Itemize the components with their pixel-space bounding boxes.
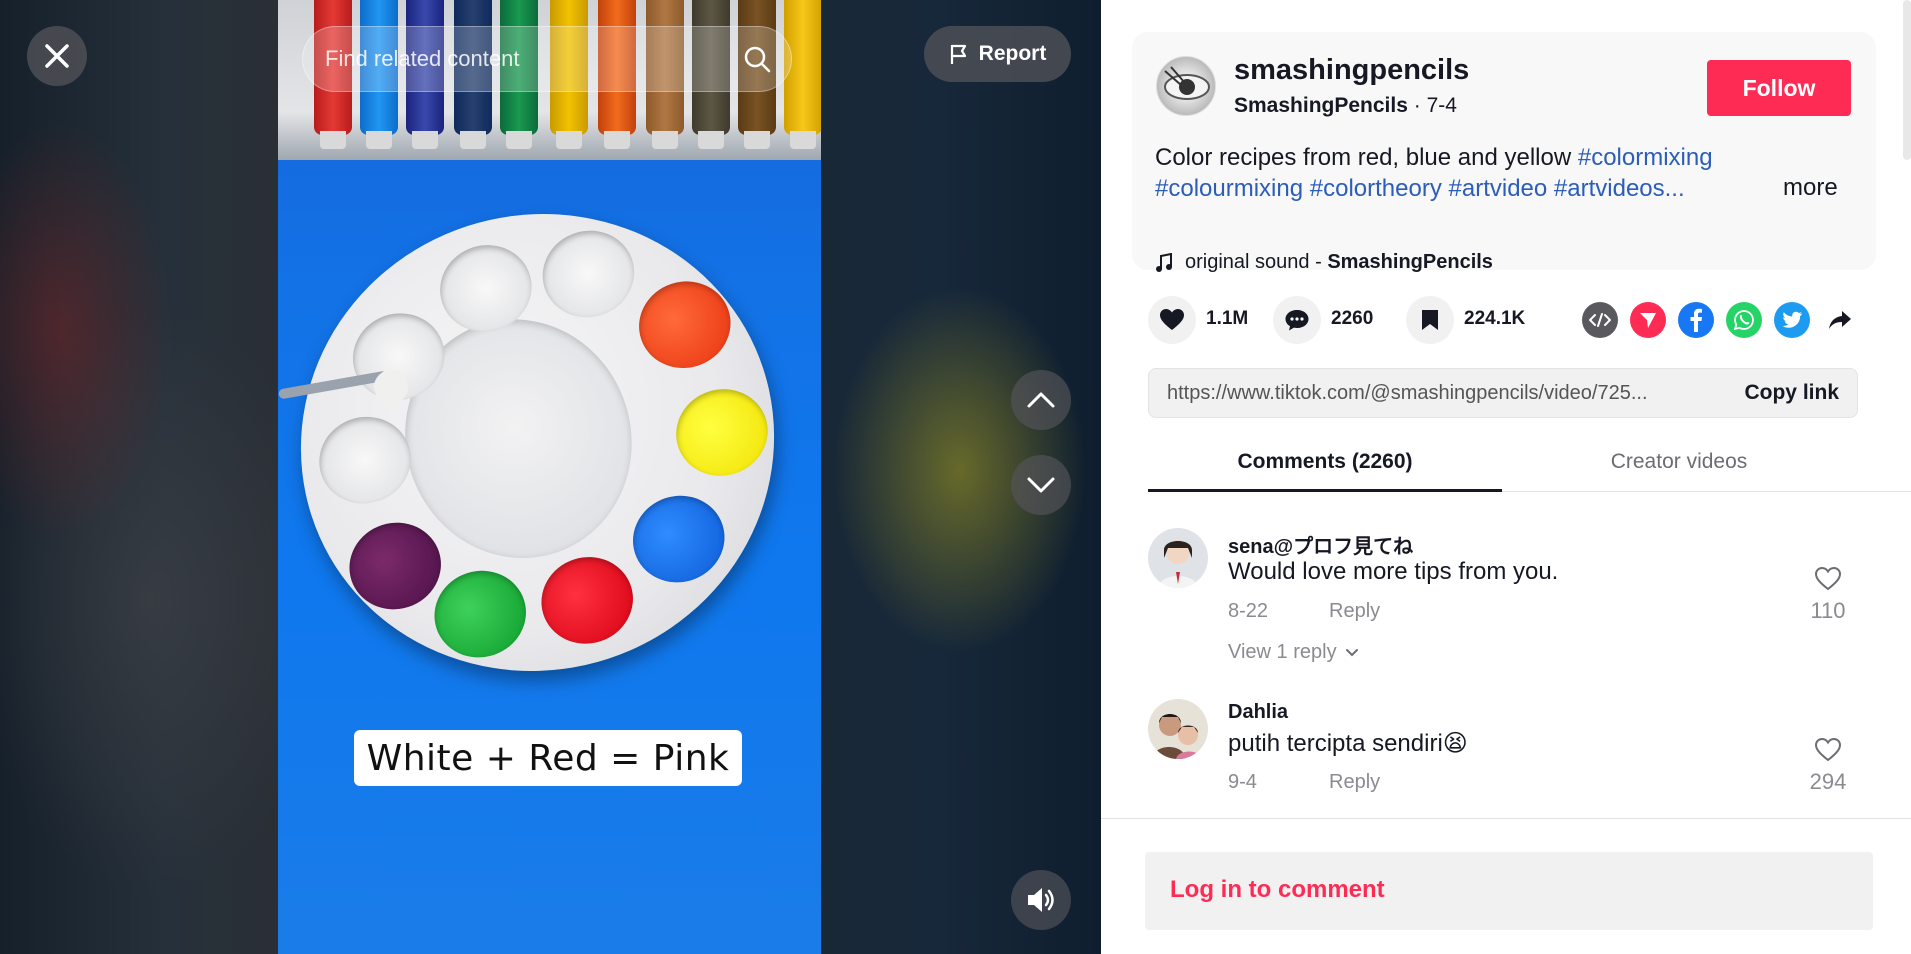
flag-icon: [950, 44, 966, 64]
comment-text: Would love more tips from you.: [1228, 558, 1559, 585]
hashtag-link[interactable]: #colormixing: [1578, 144, 1713, 171]
previous-video-button[interactable]: [1011, 370, 1071, 430]
video-player[interactable]: White + Red = Pink: [278, 0, 821, 954]
report-button[interactable]: Report: [924, 26, 1071, 82]
author-avatar[interactable]: [1156, 56, 1216, 116]
volume-button[interactable]: [1011, 870, 1071, 930]
hashtag-link[interactable]: #colourmixing: [1155, 175, 1303, 202]
save-count: 224.1K: [1464, 308, 1526, 329]
chevron-down-icon: [1345, 648, 1358, 656]
reply-button[interactable]: Reply: [1329, 771, 1380, 794]
login-to-comment-label: Log in to comment: [1170, 876, 1385, 903]
view-replies-button[interactable]: View 1 reply: [1228, 641, 1359, 664]
follow-button[interactable]: Follow: [1707, 60, 1851, 116]
comment-item: sena@プロフ見てね Would love more tips from yo…: [1148, 528, 1868, 678]
tab-comments[interactable]: Comments (2260): [1148, 450, 1502, 474]
share-whatsapp-button[interactable]: [1726, 302, 1762, 338]
commenter-avatar[interactable]: [1148, 528, 1208, 588]
send-to-friends-button[interactable]: [1630, 302, 1666, 338]
music-note-icon: [1156, 252, 1172, 272]
view-replies-label: View 1 reply: [1228, 641, 1337, 663]
description-text: Color recipes from red, blue and yellow: [1155, 144, 1578, 171]
like-count: 1.1M: [1206, 308, 1249, 329]
paint-palette: [278, 152, 821, 733]
comment-icon: [1285, 310, 1309, 331]
panel-tabs: Comments (2260) Creator videos: [1148, 436, 1911, 492]
hashtag-link[interactable]: #colortheory: [1310, 175, 1442, 202]
heart-outline-icon: [1814, 737, 1842, 762]
search-icon[interactable]: [743, 45, 771, 73]
save-button[interactable]: [1406, 296, 1454, 344]
details-panel: smashingpencils SmashingPencils · 7-4 Fo…: [1101, 0, 1911, 954]
comment-text: putih tercipta sendiri😫: [1228, 730, 1468, 757]
video-info-card: smashingpencils SmashingPencils · 7-4 Fo…: [1132, 32, 1876, 273]
share-facebook-button[interactable]: [1678, 302, 1714, 338]
facebook-icon: [1690, 308, 1702, 332]
heart-outline-icon: [1814, 566, 1842, 591]
comment-date: 8-22: [1228, 600, 1269, 622]
action-bar: 1.1M 2260 224.1K: [1148, 296, 1868, 346]
embed-button[interactable]: [1582, 302, 1618, 338]
comments-divider: [1101, 818, 1911, 819]
post-date: 7-4: [1426, 94, 1457, 117]
comment-item: Dahlia putih tercipta sendiri😫 9-4 Reply…: [1148, 699, 1868, 809]
commenter-name[interactable]: Dahlia: [1228, 701, 1288, 724]
report-label: Report: [978, 42, 1047, 65]
active-tab-indicator: [1148, 489, 1502, 492]
comment-count: 2260: [1331, 308, 1374, 329]
next-video-button[interactable]: [1011, 455, 1071, 515]
login-to-comment-button[interactable]: Log in to comment: [1145, 852, 1873, 930]
sound-prefix: original sound -: [1185, 251, 1328, 273]
twitter-icon: [1782, 311, 1802, 328]
video-url[interactable]: https://www.tiktok.com/@smashingpencils/…: [1167, 382, 1697, 405]
share-arrow-icon: [1829, 311, 1851, 329]
send-icon: [1640, 313, 1656, 328]
close-button[interactable]: [27, 26, 87, 86]
tab-creator-videos[interactable]: Creator videos: [1502, 450, 1856, 474]
author-subline: SmashingPencils · 7-4: [1234, 94, 1457, 117]
volume-icon: [1028, 888, 1054, 912]
panel-scrollbar[interactable]: [1903, 0, 1911, 160]
bookmark-icon: [1422, 310, 1438, 330]
share-twitter-button[interactable]: [1774, 302, 1810, 338]
heart-icon: [1160, 309, 1184, 330]
comment-button[interactable]: [1273, 296, 1321, 344]
like-button[interactable]: [1148, 296, 1196, 344]
comment-like-button[interactable]: [1812, 564, 1844, 594]
close-icon: [45, 44, 69, 68]
sound-link[interactable]: original sound - SmashingPencils: [1155, 251, 1493, 274]
more-button[interactable]: more: [1783, 174, 1838, 202]
author-display-name[interactable]: SmashingPencils: [1234, 94, 1408, 117]
hashtag-link[interactable]: #artvideos...: [1554, 175, 1685, 202]
chevron-down-icon: [1027, 477, 1055, 493]
video-description: Color recipes from red, blue and yellow …: [1155, 142, 1745, 204]
hashtag-link[interactable]: #artvideo: [1449, 175, 1548, 202]
comment-like-button[interactable]: [1812, 735, 1844, 765]
commenter-name[interactable]: sena@プロフ見てね: [1228, 530, 1413, 559]
reply-button[interactable]: Reply: [1329, 600, 1380, 623]
commenter-avatar[interactable]: [1148, 699, 1208, 759]
video-link-box: https://www.tiktok.com/@smashingpencils/…: [1148, 368, 1858, 418]
chevron-up-icon: [1027, 392, 1055, 408]
related-search-input[interactable]: [325, 46, 743, 72]
sound-artist: SmashingPencils: [1327, 251, 1493, 273]
comment-like-count: 294: [1809, 769, 1847, 794]
copy-link-button[interactable]: Copy link: [1744, 381, 1839, 405]
embed-icon: [1589, 313, 1611, 327]
author-avatar-image: [1164, 66, 1210, 100]
video-caption: White + Red = Pink: [354, 730, 742, 786]
video-stage: White + Red = Pink Report: [0, 0, 1101, 954]
whatsapp-icon: [1733, 310, 1754, 331]
author-username[interactable]: smashingpencils: [1234, 54, 1469, 87]
more-share-button[interactable]: [1822, 302, 1858, 338]
comment-like-count: 110: [1810, 598, 1846, 623]
related-search-bar[interactable]: [302, 26, 792, 92]
comment-date: 9-4: [1228, 771, 1257, 793]
